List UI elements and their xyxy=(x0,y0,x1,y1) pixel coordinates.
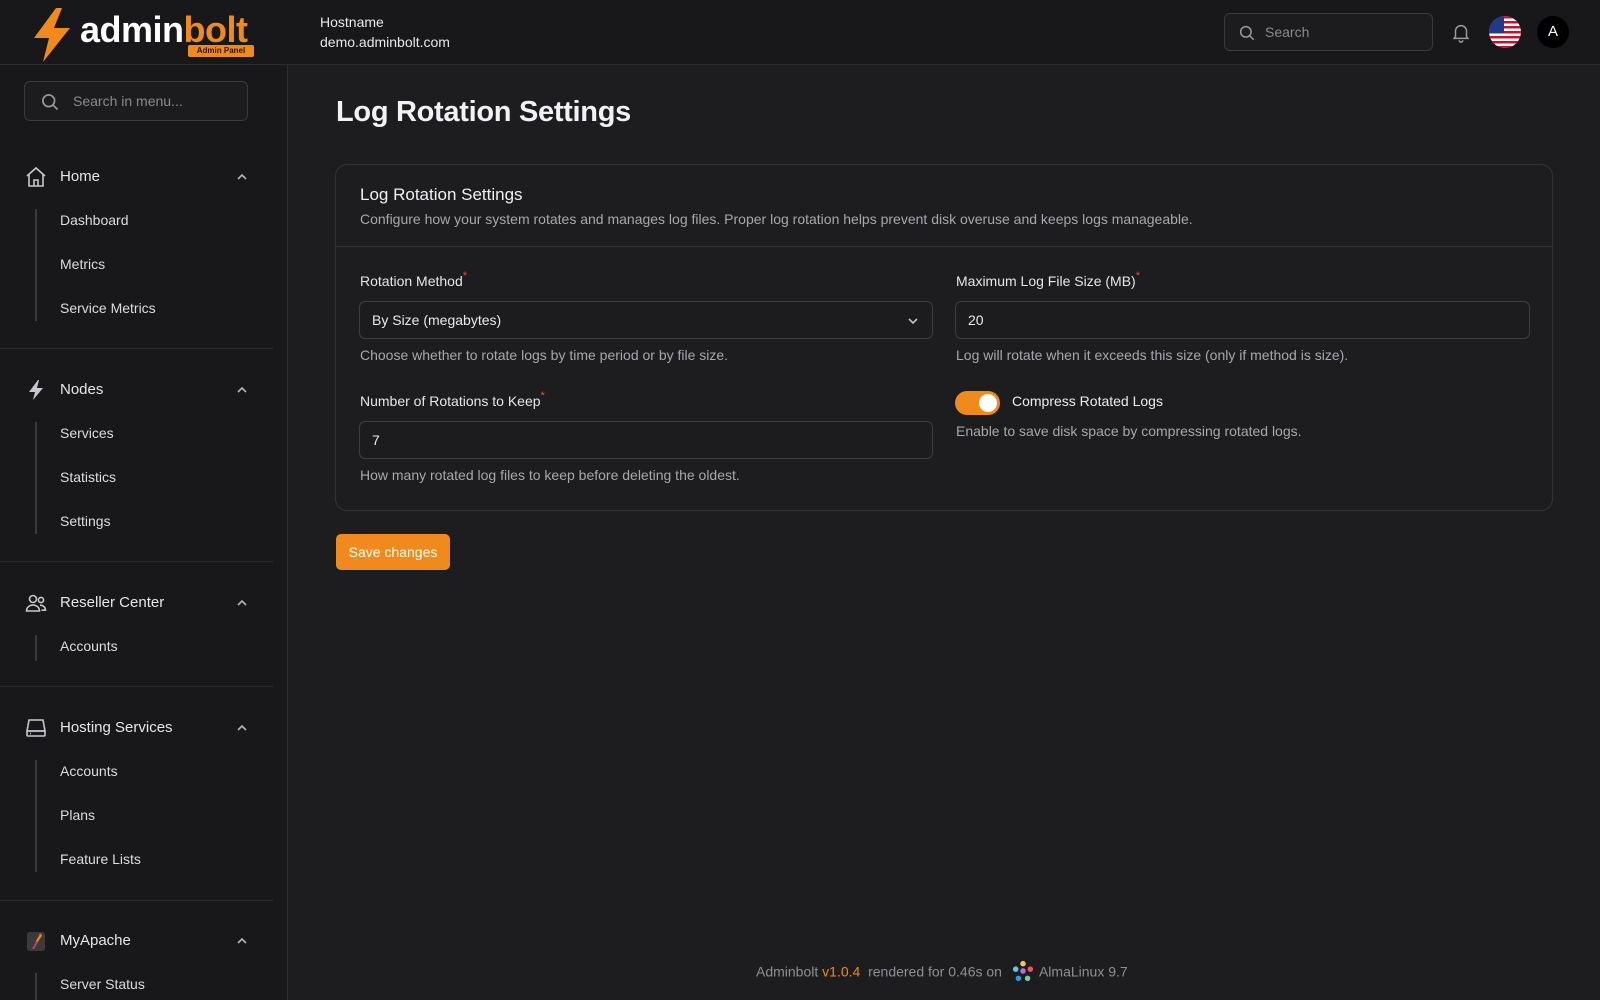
submenu-line xyxy=(35,635,37,661)
user-avatar[interactable]: A xyxy=(1537,16,1569,48)
card-header: Log Rotation Settings Configure how your… xyxy=(336,165,1552,247)
sidebar-item-reseller-accounts[interactable]: Accounts xyxy=(60,638,118,654)
compress-toggle[interactable] xyxy=(955,391,1000,415)
apache-feather-icon xyxy=(27,932,45,951)
top-bar: adminbolt Admin Panel Hostname demo.admi… xyxy=(0,0,1600,65)
bolt-logo-icon xyxy=(34,8,70,62)
sidebar-item-statistics[interactable]: Statistics xyxy=(60,469,116,485)
max-size-help: Log will rotate when it exceeds this siz… xyxy=(956,347,1349,363)
chevron-down-icon xyxy=(908,318,918,325)
hostname-block: Hostname demo.adminbolt.com xyxy=(320,12,450,52)
footer-os: AlmaLinux 9.7 xyxy=(1038,963,1128,980)
compress-help: Enable to save disk space by compressing… xyxy=(956,423,1302,439)
search-icon xyxy=(1239,25,1255,41)
rotation-method-label: Rotation Method* xyxy=(360,270,468,289)
max-size-field[interactable] xyxy=(955,301,1530,339)
sidebar-item-settings[interactable]: Settings xyxy=(60,513,111,529)
sidebar-search-input[interactable] xyxy=(73,82,243,120)
search-icon xyxy=(42,94,59,111)
sidebar-item-server-status[interactable]: Server Status xyxy=(60,976,145,992)
card-description: Configure how your system rotates and ma… xyxy=(360,211,1193,227)
logo-badge: Admin Panel xyxy=(188,45,254,57)
sidebar-search[interactable] xyxy=(24,81,248,121)
sidebar-group-label: Home xyxy=(60,168,101,185)
global-search-input[interactable] xyxy=(1265,14,1425,50)
rotation-method-help: Choose whether to rotate logs by time pe… xyxy=(360,347,729,363)
required-mark: * xyxy=(1135,270,1140,282)
submenu-line xyxy=(35,760,37,872)
sidebar-group-myapache-header[interactable]: MyApache xyxy=(24,928,249,954)
us-flag-icon[interactable] xyxy=(1489,16,1521,48)
sidebar-group-reseller-header[interactable]: Reseller Center xyxy=(24,590,249,616)
toggle-knob xyxy=(979,394,997,412)
chevron-up-icon[interactable] xyxy=(235,596,249,610)
rotations-input[interactable] xyxy=(372,422,887,458)
card-title: Log Rotation Settings xyxy=(360,185,523,204)
chevron-up-icon[interactable] xyxy=(235,721,249,735)
users-icon xyxy=(25,594,47,612)
page-title: Log Rotation Settings xyxy=(336,96,631,128)
rotations-label: Number of Rotations to Keep* xyxy=(360,390,545,409)
footer-product: Adminbolt xyxy=(756,963,819,980)
almalinux-logo-icon xyxy=(1012,960,1033,982)
footer: Adminbolt v1.0.4 rendered for 0.46s on A… xyxy=(756,960,1128,984)
sidebar-divider xyxy=(0,686,273,687)
sidebar-group-label: Nodes xyxy=(60,381,104,398)
submenu-line xyxy=(35,422,37,534)
home-icon xyxy=(26,166,46,187)
sidebar-group-home-header[interactable]: Home xyxy=(24,164,249,190)
rotation-method-value: By Size (megabytes) xyxy=(372,312,502,328)
sidebar-group-label: MyApache xyxy=(60,932,131,949)
chevron-up-icon[interactable] xyxy=(235,934,249,948)
hostname-value: demo.adminbolt.com xyxy=(320,34,450,50)
sidebar-divider xyxy=(0,348,273,349)
required-mark: * xyxy=(462,270,468,282)
rotations-help: How many rotated log files to keep befor… xyxy=(360,467,740,483)
server-icon xyxy=(26,719,46,737)
sidebar-group-nodes-header[interactable]: Nodes xyxy=(24,377,249,403)
required-mark: * xyxy=(540,390,545,402)
logo-text: adminbolt xyxy=(80,9,248,50)
bell-icon[interactable] xyxy=(1450,20,1472,44)
sidebar-item-service-metrics[interactable]: Service Metrics xyxy=(60,300,156,316)
footer-version[interactable]: v1.0.4 xyxy=(822,964,860,980)
sidebar-divider xyxy=(0,561,273,562)
save-changes-button[interactable]: Save changes xyxy=(336,534,450,570)
sidebar-item-metrics[interactable]: Metrics xyxy=(60,256,105,272)
submenu-line xyxy=(35,209,37,321)
sidebar-group-label: Hosting Services xyxy=(60,719,173,736)
global-search[interactable] xyxy=(1224,13,1433,51)
footer-rendered: rendered for 0.46s on xyxy=(868,963,1002,980)
sidebar-item-feature-lists[interactable]: Feature Lists xyxy=(60,851,141,867)
sidebar-item-plans[interactable]: Plans xyxy=(60,807,95,823)
rotations-field[interactable] xyxy=(359,421,933,459)
sidebar-item-dashboard[interactable]: Dashboard xyxy=(60,212,129,228)
sidebar-item-hosting-accounts[interactable]: Accounts xyxy=(60,763,118,779)
sidebar-group-label: Reseller Center xyxy=(60,594,165,611)
max-size-input[interactable] xyxy=(968,302,1484,338)
compress-label: Compress Rotated Logs xyxy=(1012,393,1163,409)
rotation-method-select[interactable]: By Size (megabytes) xyxy=(359,301,933,339)
hostname-label: Hostname xyxy=(320,14,384,30)
sidebar-item-services[interactable]: Services xyxy=(60,425,114,441)
sidebar-group-hosting-header[interactable]: Hosting Services xyxy=(24,715,249,741)
adminbolt-logo[interactable]: adminbolt Admin Panel xyxy=(30,8,260,62)
sidebar-divider xyxy=(0,900,273,901)
submenu-line xyxy=(35,973,37,1000)
max-size-label: Maximum Log File Size (MB)* xyxy=(956,270,1140,289)
chevron-up-icon[interactable] xyxy=(235,170,249,184)
chevron-up-icon[interactable] xyxy=(235,383,249,397)
sidebar: Home Dashboard Metrics Service Metrics N… xyxy=(0,65,288,1000)
bolt-icon xyxy=(29,380,43,400)
